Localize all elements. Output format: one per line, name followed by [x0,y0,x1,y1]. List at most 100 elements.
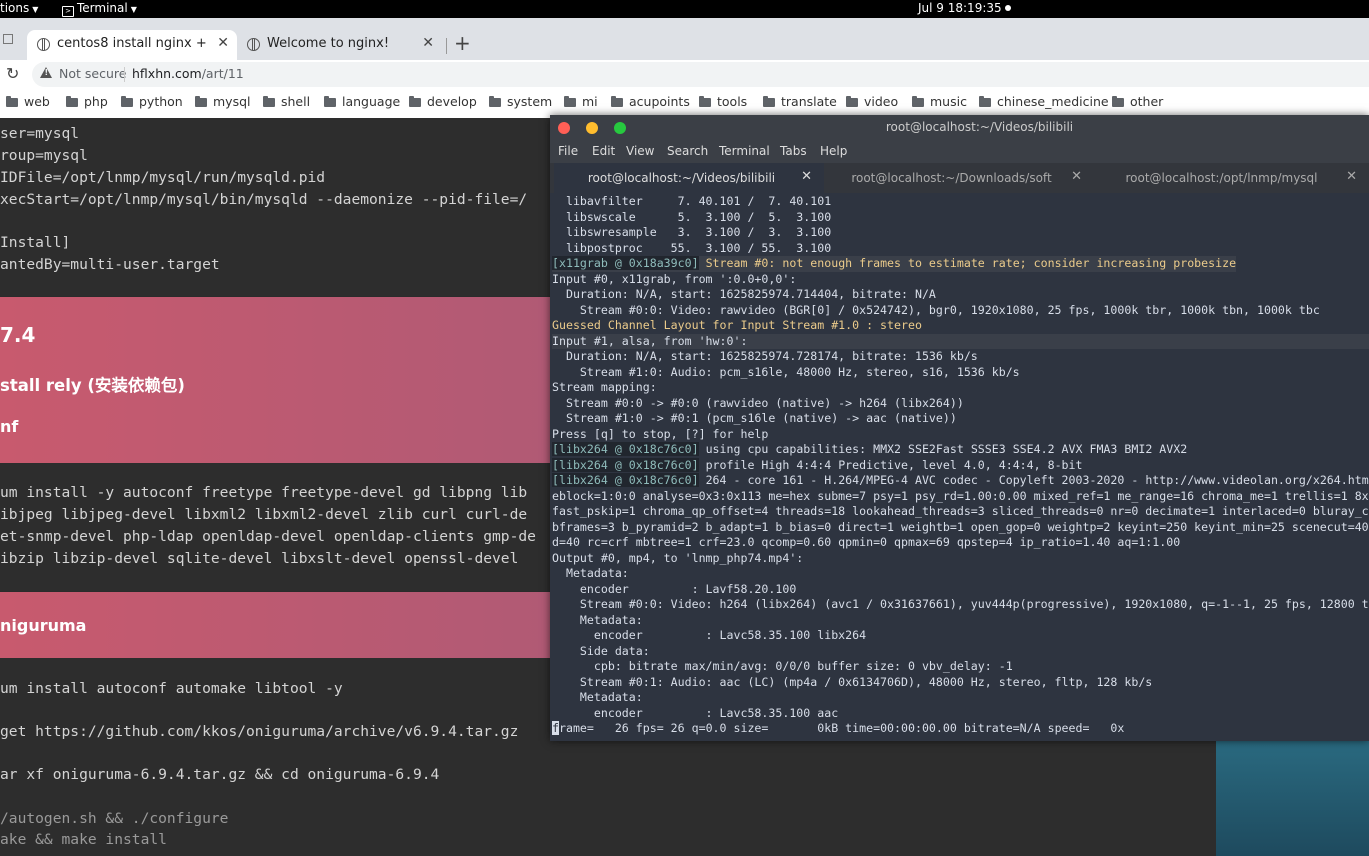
bookmark-python[interactable]: python [121,94,183,109]
terminal-line: Stream #0:1: Audio: aac (LC) (mp4a / 0x6… [552,674,1153,689]
reload-icon[interactable]: ↻ [6,64,19,83]
terminal-line: Stream #1:0 -> #0:1 (pcm_s16le (native) … [552,411,957,425]
terminal-line: [libx264 @ 0x18c76c0] using cpu capabili… [552,442,1187,458]
section-subheading: nf [0,417,19,436]
bookmark-mysql[interactable]: mysql [195,94,251,109]
close-icon[interactable]: ✕ [1071,169,1082,184]
terminal-line: Stream #0:0: Video: h264 (libx264) (avc1… [552,597,1369,611]
terminal-line: bframes=3 b_pyramid=2 b_adapt=1 b_bias=0… [552,519,1369,534]
bookmark-other[interactable]: other [1112,94,1163,109]
bookmark-label: mysql [213,94,251,109]
bookmark-label: translate [781,94,837,109]
section-heading: 7.4 [0,323,36,347]
bookmark-video[interactable]: video [846,94,898,109]
menu-terminal[interactable]: Terminal [719,144,770,158]
menu-file[interactable]: File [558,144,578,158]
terminal-line: Metadata: [552,566,629,580]
bookmark-php[interactable]: php [66,94,108,109]
log-text: 264 - core 161 - H.264/MPEG-4 AVC codec … [705,473,1369,487]
section-heading: niguruma [0,616,87,635]
menu-edit[interactable]: Edit [592,144,615,158]
folder-icon [699,96,711,107]
terminal-menubar: File Edit View Search Terminal Tabs Help [550,141,1369,163]
bookmark-language[interactable]: language [324,94,400,109]
terminal-line: frame= 26 fps= 26 q=0.0 size= 0kB time=0… [552,721,1124,737]
bookmark-label: acupoints [629,94,690,109]
code-line: ibjpeg libjpeg-devel libxml2 libxml2-dev… [0,506,528,523]
folder-icon [846,96,858,107]
code-line: ar xf oniguruma-6.9.4.tar.gz && cd onigu… [0,766,440,783]
security-label[interactable]: Not secure [59,66,126,81]
bookmark-music[interactable]: music [912,94,967,109]
terminal-line: cpb: bitrate max/min/avg: 0/0/0 buffer s… [552,659,1013,673]
menu-view[interactable]: View [626,144,654,158]
bookmark-web[interactable]: web [6,94,50,109]
bookmark-chinese-medicine[interactable]: chinese_medicine [979,94,1109,109]
activities-button[interactable]: tions ▼ [0,1,38,15]
code-line: Install] [0,234,71,251]
browser-tab-nginx[interactable]: Welcome to nginx! ✕ [237,30,442,60]
bookmark-mi[interactable]: mi [564,94,598,109]
bookmark-translate[interactable]: translate [763,94,837,109]
menu-help[interactable]: Help [820,144,847,158]
clock-label: Jul 9 18:19:35 [918,1,1002,15]
code-line: et-snmp-devel php-ldap openldap-devel op… [0,528,536,545]
folder-icon [564,96,576,107]
terminal-tab-soft[interactable]: root@localhost:~/Downloads/soft ✕ [824,163,1094,193]
terminal-icon: > [62,6,74,17]
terminal-tab-bar: root@localhost:~/Videos/bilibili ✕ root@… [550,163,1369,193]
bookmark-label: music [930,94,967,109]
terminal-window[interactable]: root@localhost:~/Videos/bilibili File Ed… [550,115,1369,741]
bookmark-label: other [1130,94,1164,109]
bookmark-label: web [24,94,50,109]
log-tag: [libx264 @ 0x18c76c0] [552,457,699,472]
window-title: root@localhost:~/Videos/bilibili [885,120,1074,134]
terminal-line: Stream #0:0: Video: rawvideo (BGR[0] / 0… [552,302,1320,317]
chevron-down-icon: ▼ [32,5,39,14]
bookmark-system[interactable]: system [489,94,552,109]
terminal-line: Metadata: [552,612,643,627]
tab-search-icon[interactable] [3,34,13,44]
background-window-edge [1216,740,1369,856]
terminal-line: libswscale 5. 3.100 / 5. 3.100 [552,209,832,224]
terminal-line: libswresample 3. 3.100 / 3. 3.100 [552,225,832,239]
close-icon[interactable]: ✕ [801,169,812,184]
top-bar: tions ▼ > Terminal ▼ Jul 9 18:19:35 [0,0,1369,18]
menu-search[interactable]: Search [667,144,708,158]
warning-icon[interactable] [40,67,52,78]
bookmark-tools[interactable]: tools [699,94,747,109]
folder-icon [195,96,207,107]
new-tab-button[interactable]: + [454,31,471,55]
terminal-tab-mysql[interactable]: root@localhost:/opt/lnmp/mysql ✕ [1094,163,1369,193]
clock[interactable]: Jul 9 18:19:35 [918,1,1011,15]
app-menu-button[interactable]: > Terminal ▼ [62,1,137,17]
terminal-tab-bilibili[interactable]: root@localhost:~/Videos/bilibili ✕ [554,163,824,193]
terminal-line: Metadata: [552,690,643,704]
close-icon[interactable]: ✕ [422,35,434,51]
folder-icon [611,96,623,107]
terminal-line: Duration: N/A, start: 1625825974.728174,… [552,349,978,363]
log-tag: [libx264 @ 0x18c76c0] [552,442,699,456]
close-icon[interactable]: ✕ [1346,169,1357,184]
bookmark-develop[interactable]: develop [409,94,477,109]
folder-icon [6,96,18,107]
folder-icon [979,96,991,107]
bookmark-shell[interactable]: shell [263,94,310,109]
menu-tabs[interactable]: Tabs [780,144,807,158]
code-line: ibzip libzip-devel sqlite-devel libxslt-… [0,550,519,567]
terminal-titlebar[interactable]: root@localhost:~/Videos/bilibili [550,115,1369,141]
browser-tab-centos8[interactable]: centos8 install nginx + php ✕ [27,30,237,60]
terminal-line: libpostproc 55. 3.100 / 55. 3.100 [552,240,832,255]
terminal-line: eblock=1:0:0 analyse=0x3:0x113 me=hex su… [552,488,1369,503]
terminal-output[interactable]: libavfilter 7. 40.101 / 7. 40.101 libsws… [550,193,1369,741]
chevron-down-icon: ▼ [130,5,137,14]
url-host: hflxhn.com [132,66,202,81]
bookmark-label: system [507,94,553,109]
log-tag: [x11grab @ 0x18a39c0] [552,256,699,270]
globe-icon [37,38,50,51]
terminal-line: Stream mapping: [552,380,657,394]
bookmark-acupoints[interactable]: acupoints [611,94,690,109]
url-text[interactable]: hflxhn.com/art/11 [132,66,244,81]
close-icon[interactable]: ✕ [217,35,229,51]
address-bar[interactable]: Not secure hflxhn.com/art/11 [32,62,1369,87]
